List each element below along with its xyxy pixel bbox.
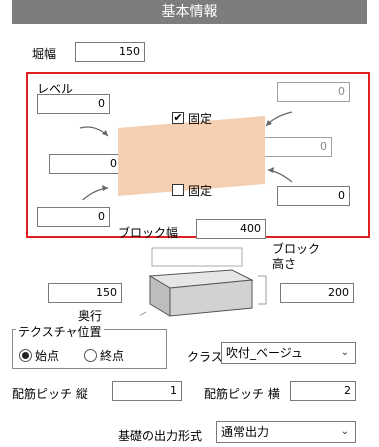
fixed-top-label: 固定 xyxy=(188,112,213,126)
block-depth-input[interactable]: 150 xyxy=(48,283,122,303)
pitch-horizontal-label: 配筋ピッチ 横 xyxy=(204,387,280,401)
texture-group-label: テクスチャ位置 xyxy=(16,323,104,340)
block-diagram xyxy=(79,111,293,200)
class-select[interactable]: 吹付_ベージュ ⌄ xyxy=(221,342,356,364)
block-3d-icon xyxy=(140,247,267,317)
texture-start-label: 始点 xyxy=(35,349,60,363)
output-format-select[interactable]: 通常出力 ⌄ xyxy=(216,421,356,443)
texture-end-label: 終点 xyxy=(100,349,125,363)
level-top-right-input[interactable]: 0 xyxy=(277,82,350,102)
pitch-vertical-input[interactable]: 1 xyxy=(112,381,182,401)
class-select-value: 吹付_ベージュ xyxy=(226,346,303,360)
arrow-top-left-icon xyxy=(79,126,109,137)
fixed-bottom-label: 固定 xyxy=(188,184,213,198)
class-label: クラス xyxy=(187,350,223,364)
block-width-label: ブロック幅 xyxy=(118,226,179,240)
level-bottom-left-input[interactable]: 0 xyxy=(37,207,110,227)
chevron-down-icon: ⌄ xyxy=(340,347,349,358)
fixed-bottom-checkbox[interactable] xyxy=(172,184,184,196)
width-label: 堀幅 xyxy=(32,47,57,61)
fixed-top-checkbox[interactable]: ✔ xyxy=(172,112,184,124)
texture-end-radio[interactable] xyxy=(84,349,97,362)
pitch-vertical-label: 配筋ピッチ 縦 xyxy=(12,387,88,401)
section-header: 基本情報 xyxy=(12,0,367,24)
block-depth-label: 奥行 xyxy=(78,309,103,323)
block-width-input[interactable]: 400 xyxy=(196,219,266,239)
width-input[interactable]: 150 xyxy=(75,42,145,62)
chevron-down-icon: ⌄ xyxy=(340,426,349,437)
block-height-label: ブロック 高さ xyxy=(272,242,321,271)
block-height-input[interactable]: 200 xyxy=(280,283,354,303)
pitch-horizontal-input[interactable]: 2 xyxy=(290,381,356,401)
output-format-label: 基礎の出力形式 xyxy=(118,429,203,443)
texture-start-radio[interactable] xyxy=(19,349,32,362)
output-format-value: 通常出力 xyxy=(221,425,270,439)
